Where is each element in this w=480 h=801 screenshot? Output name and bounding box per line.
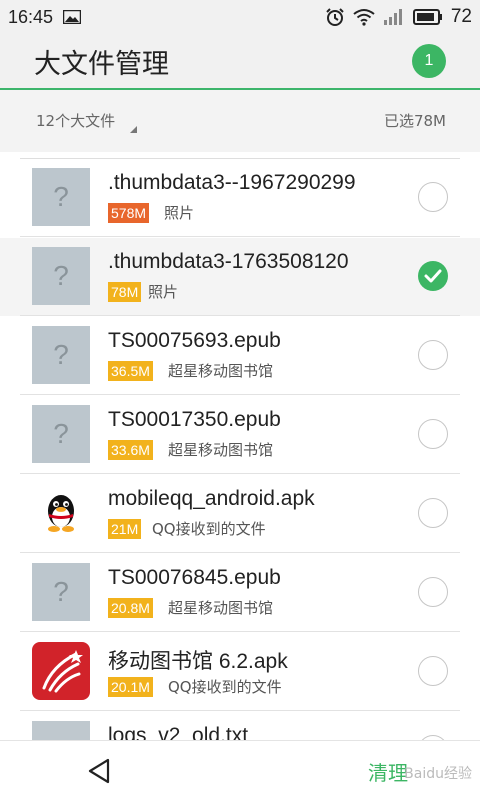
- checkmark-icon: [424, 269, 442, 283]
- count-badge[interactable]: 1: [412, 44, 446, 78]
- file-row[interactable]: mobileqq_android.apk 21M QQ接收到的文件: [0, 475, 480, 553]
- status-bar: 16:45 72: [0, 0, 480, 34]
- file-name: .thumbdata3-1763508120: [108, 250, 349, 273]
- selected-size: 已选78M: [383, 112, 446, 130]
- file-size-badge: 20.1M: [108, 677, 153, 697]
- select-radio[interactable]: [418, 498, 448, 528]
- file-source: 超星移动图书馆: [168, 362, 274, 380]
- status-time: 16:45: [8, 6, 54, 27]
- file-row[interactable]: ? TS00075693.epub 36.5M 超星移动图书馆: [0, 317, 480, 395]
- unknown-file-icon: ?: [32, 326, 90, 384]
- title-bar: 大文件管理 1: [0, 34, 480, 90]
- unknown-file-icon: ?: [32, 247, 90, 305]
- status-icons: 72: [325, 0, 472, 34]
- qq-penguin-icon: [32, 484, 90, 542]
- file-size-badge: 20.8M: [108, 598, 153, 618]
- divider: [20, 394, 460, 395]
- file-name: 移动图书馆 6.2.apk: [108, 650, 288, 673]
- file-source: QQ接收到的文件: [152, 520, 266, 538]
- unknown-file-icon: ?: [32, 563, 90, 621]
- divider: [20, 710, 460, 711]
- divider: [20, 552, 460, 553]
- file-size-badge: 33.6M: [108, 440, 153, 460]
- select-radio[interactable]: [418, 340, 448, 370]
- wifi-icon: [353, 9, 375, 26]
- file-row[interactable]: ? TS00076845.epub 20.8M 超星移动图书馆: [0, 554, 480, 632]
- summary-bar: 12个大文件 已选78M: [0, 90, 480, 152]
- file-name: TS00075693.epub: [108, 329, 281, 352]
- file-name: TS00076845.epub: [108, 566, 281, 589]
- file-source: 超星移动图书馆: [168, 599, 274, 617]
- file-count-dropdown[interactable]: 12个大文件: [36, 110, 115, 131]
- divider: [20, 236, 460, 237]
- image-icon: [63, 10, 82, 24]
- select-radio[interactable]: [418, 577, 448, 607]
- unknown-file-icon: ?: [32, 405, 90, 463]
- dropdown-triangle-icon[interactable]: [130, 126, 137, 133]
- file-row[interactable]: 移动图书馆 6.2.apk 20.1M QQ接收到的文件: [0, 633, 480, 711]
- file-row[interactable]: ? TS00017350.epub 33.6M 超星移动图书馆: [0, 396, 480, 474]
- file-row[interactable]: ? .thumbdata3--1967290299 578M 照片: [0, 159, 480, 237]
- file-size-badge: 78M: [108, 282, 142, 302]
- file-size-badge: 578M: [108, 203, 150, 223]
- file-source: QQ接收到的文件: [168, 678, 282, 696]
- text-file-icon: [32, 721, 90, 740]
- clean-button[interactable]: 清理: [368, 757, 408, 786]
- file-name: mobileqq_android.apk: [108, 487, 315, 510]
- bottom-nav: 清理 Baidu经验: [0, 740, 480, 801]
- file-size-badge: 36.5M: [108, 361, 153, 381]
- divider: [20, 631, 460, 632]
- select-radio[interactable]: [418, 182, 448, 212]
- page-title: 大文件管理: [34, 49, 169, 80]
- file-name: logs_v2_old.txt: [108, 724, 249, 740]
- select-radio[interactable]: [418, 656, 448, 686]
- alarm-icon: [326, 8, 344, 26]
- file-name: TS00017350.epub: [108, 408, 281, 431]
- file-name: .thumbdata3--1967290299: [108, 171, 356, 194]
- select-radio-checked[interactable]: [418, 261, 448, 291]
- battery-level: 72: [450, 6, 472, 27]
- unknown-file-icon: ?: [32, 168, 90, 226]
- battery-icon: [412, 9, 442, 25]
- select-radio[interactable]: [418, 419, 448, 449]
- back-triangle-icon[interactable]: [86, 757, 114, 785]
- file-size-badge: 21M: [108, 519, 142, 539]
- signal-icon: [383, 9, 402, 25]
- divider: [20, 315, 460, 316]
- file-list[interactable]: ? .thumbdata3--1967290299 578M 照片 ? .thu…: [0, 152, 480, 740]
- file-row[interactable]: logs_v2_old.txt: [0, 712, 480, 740]
- file-source: 照片: [164, 204, 195, 222]
- file-row[interactable]: ? .thumbdata3-1763508120 78M 照片: [0, 238, 480, 316]
- divider: [20, 473, 460, 474]
- file-source: 超星移动图书馆: [168, 441, 274, 459]
- watermark: Baidu经验: [404, 766, 472, 782]
- file-source: 照片: [148, 283, 179, 301]
- chaoxing-app-icon: [32, 642, 90, 700]
